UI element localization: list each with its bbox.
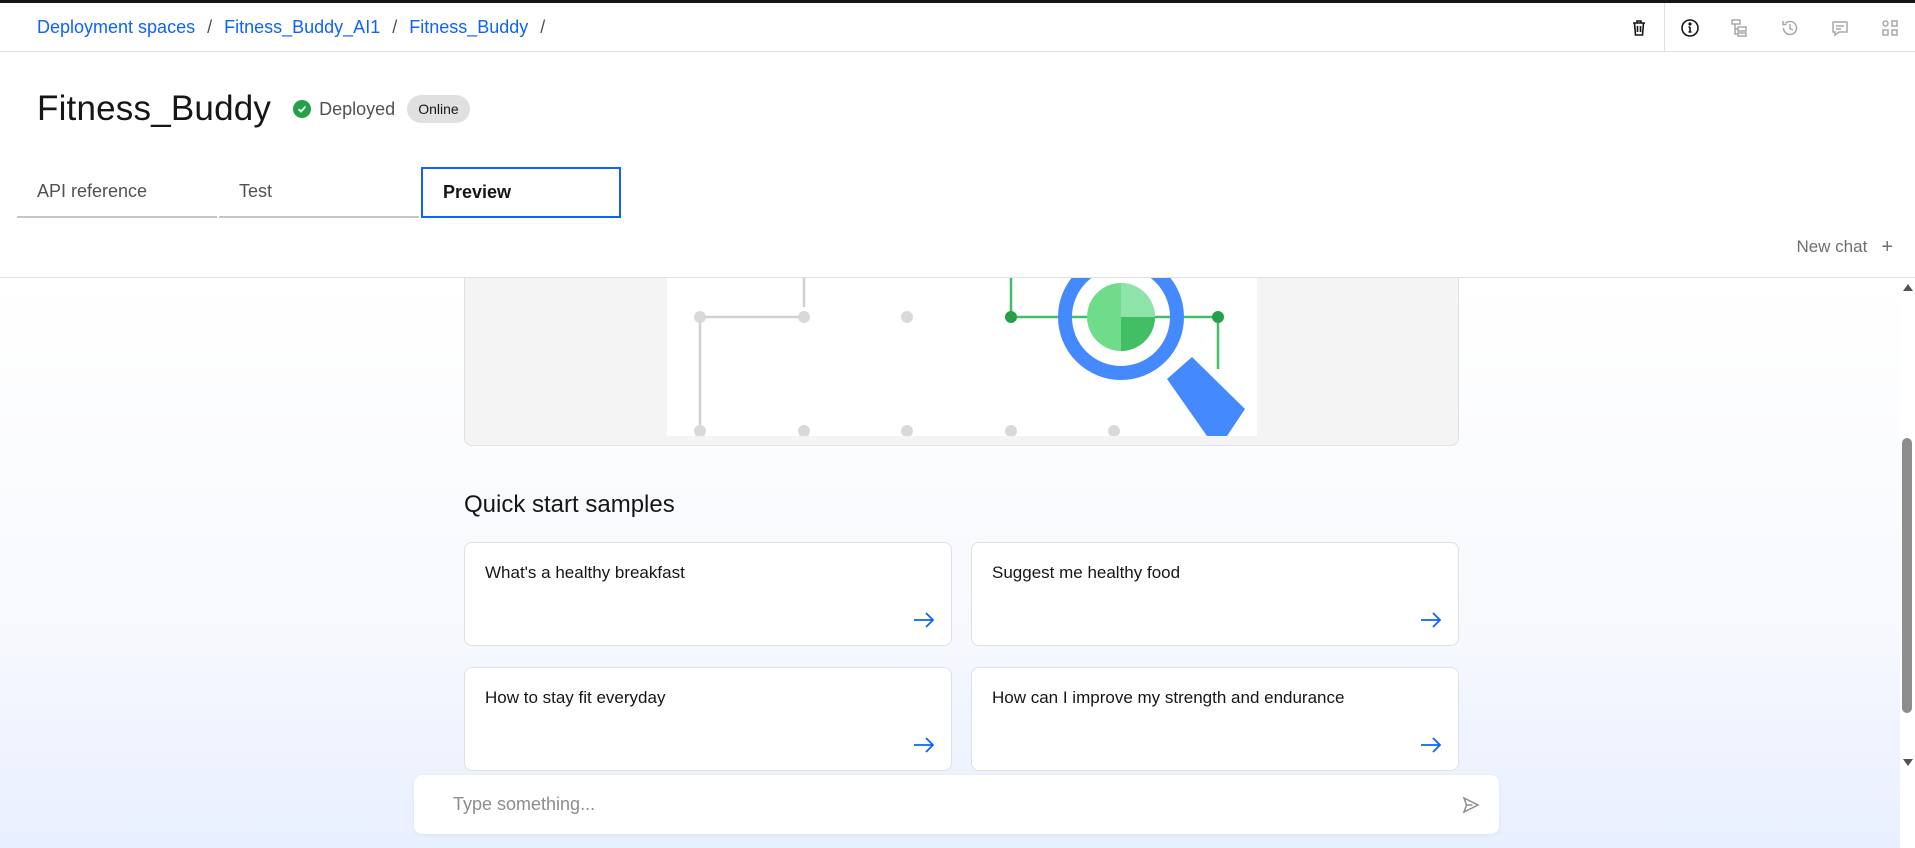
structure-button[interactable] <box>1715 3 1765 52</box>
quick-start-title: Quick start samples <box>464 491 675 518</box>
sample-card[interactable]: Suggest me healthy food <box>971 542 1459 646</box>
tab-list: API reference Test Preview <box>17 167 623 218</box>
scroll-up-icon[interactable] <box>1903 284 1913 291</box>
sample-text: How to stay fit everyday <box>485 688 666 707</box>
sample-card[interactable]: How can I improve my strength and endura… <box>971 667 1459 771</box>
status-label: Deployed <box>319 98 396 119</box>
arrow-right-icon <box>914 737 935 753</box>
comment-icon <box>1832 20 1848 36</box>
send-button[interactable] <box>1443 775 1499 834</box>
info-icon <box>1681 18 1699 37</box>
new-chat-button[interactable]: New chat + <box>1796 232 1893 262</box>
header-toolbar <box>1614 3 1915 52</box>
history-button[interactable] <box>1765 3 1815 52</box>
tab-test[interactable]: Test <box>219 167 419 218</box>
tree-icon <box>1731 18 1747 37</box>
chat-scrollbar[interactable] <box>1900 278 1915 770</box>
breadcrumb-separator: / <box>540 17 546 37</box>
status-badge: Online <box>407 95 470 123</box>
chat-input-box <box>414 775 1499 834</box>
arrow-right-icon <box>1421 612 1442 628</box>
breadcrumb-separator: / <box>392 17 398 37</box>
page-title: Fitness_Buddy <box>37 89 272 128</box>
scroll-thumb[interactable] <box>1902 438 1912 713</box>
arrow-right-icon <box>1421 737 1442 753</box>
arrow-right-icon <box>914 612 935 628</box>
tab-preview[interactable]: Preview <box>421 167 621 218</box>
breadcrumb-separator: / <box>207 17 213 37</box>
sample-text: Suggest me healthy food <box>992 563 1181 582</box>
deployment-status: Deployed Online <box>293 95 470 123</box>
header-bar: Deployment spaces / Fitness_Buddy_AI1 / … <box>0 3 1915 52</box>
welcome-card <box>464 278 1459 446</box>
apps-button[interactable] <box>1865 3 1915 52</box>
breadcrumb-deployment[interactable]: Fitness_Buddy <box>409 17 528 38</box>
new-chat-label: New chat <box>1796 237 1868 256</box>
plus-icon: + <box>1881 235 1893 258</box>
search-illustration <box>667 278 1257 437</box>
delete-button[interactable] <box>1614 3 1664 52</box>
history-icon <box>1782 20 1798 35</box>
title-row: Fitness_Buddy Deployed Online <box>37 84 470 134</box>
info-button[interactable] <box>1665 3 1715 52</box>
sample-text: How can I improve my strength and endura… <box>992 688 1345 707</box>
breadcrumb: Deployment spaces / Fitness_Buddy_AI1 / … <box>37 3 557 52</box>
comments-button[interactable] <box>1815 3 1865 52</box>
tab-api-reference[interactable]: API reference <box>17 167 217 218</box>
breadcrumb-deployment-spaces[interactable]: Deployment spaces <box>37 17 195 38</box>
sample-card[interactable]: How to stay fit everyday <box>464 667 952 771</box>
checkmark-icon <box>293 100 312 118</box>
breadcrumb-space[interactable]: Fitness_Buddy_AI1 <box>224 17 380 38</box>
chat-input[interactable] <box>414 775 1443 834</box>
sample-text: What's a healthy breakfast <box>485 563 685 582</box>
sample-card[interactable]: What's a healthy breakfast <box>464 542 952 646</box>
apps-icon <box>1882 19 1898 36</box>
trash-icon <box>1633 19 1645 36</box>
scroll-down-icon[interactable] <box>1903 759 1913 766</box>
chat-panel: Quick start samples What's a healthy bre… <box>0 278 1900 848</box>
send-icon <box>1462 795 1480 814</box>
